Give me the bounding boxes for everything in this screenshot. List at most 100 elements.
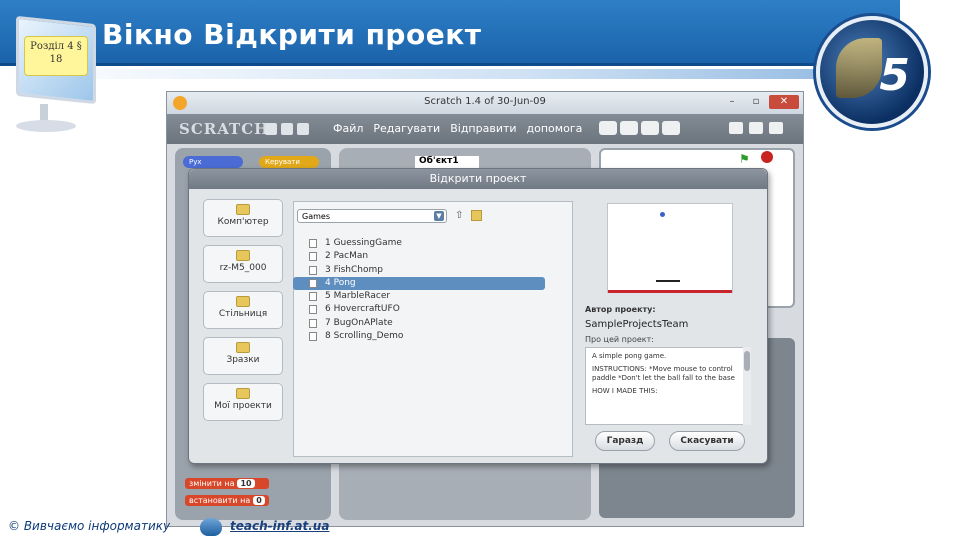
place-label: rz-M5_000 xyxy=(219,263,267,273)
category-control[interactable]: Керувати xyxy=(259,156,319,168)
globe-icon[interactable] xyxy=(265,123,277,135)
save-icon[interactable] xyxy=(281,123,293,135)
scrollbar-thumb[interactable] xyxy=(744,351,750,371)
author-label: Автор проекту: xyxy=(585,305,656,314)
block-list: змінити на 10 встановити на 0 xyxy=(185,478,269,512)
file-item[interactable]: 6 HovercraftUFO xyxy=(293,303,545,316)
maximize-button[interactable]: ▫ xyxy=(745,95,767,109)
place-label: Комп'ютер xyxy=(217,217,269,227)
block-set-value[interactable]: 0 xyxy=(253,496,265,505)
place-desktop[interactable]: Стільниця xyxy=(203,291,283,329)
footer-site-link[interactable]: teach-inf.at.ua xyxy=(230,519,329,533)
block-change-var[interactable]: змінити на 10 xyxy=(185,478,269,489)
menu-items: Файл Редагувати Відправити допомога xyxy=(333,122,582,135)
footer-copyright: © Вивчаємо інформатику xyxy=(8,519,171,533)
logo-graphic xyxy=(836,38,882,98)
chevron-down-icon[interactable]: ▼ xyxy=(434,211,444,221)
place-label: Мої проекти xyxy=(214,401,272,411)
monitor-icon: Розділ 4 § 18 xyxy=(10,14,100,132)
up-arrow-icon[interactable]: ⇧ xyxy=(455,210,466,221)
shrink-icon[interactable] xyxy=(662,121,680,135)
folder-select-value: Games xyxy=(302,212,330,221)
category-motion[interactable]: Рух xyxy=(183,156,243,168)
file-label: 5 MarbleRacer xyxy=(325,291,391,302)
file-icon xyxy=(309,265,317,275)
file-label: 6 HovercraftUFO xyxy=(325,304,400,315)
place-home[interactable]: rz-M5_000 xyxy=(203,245,283,283)
stamp-icon[interactable] xyxy=(599,121,617,135)
file-item[interactable]: 3 FishChomp xyxy=(293,264,545,277)
file-label: 8 Scrolling_Demo xyxy=(325,331,404,342)
file-label: 1 GuessingGame xyxy=(325,238,402,248)
place-computer[interactable]: Комп'ютер xyxy=(203,199,283,237)
scissors-icon[interactable] xyxy=(620,121,638,135)
project-notes[interactable]: A simple pong game. INSTRUCTIONS: *Move … xyxy=(585,347,747,425)
folder-icon xyxy=(236,342,250,353)
place-my-projects[interactable]: Мої проекти xyxy=(203,383,283,421)
folder-icon xyxy=(236,296,250,307)
minimize-button[interactable]: – xyxy=(721,95,743,109)
computer-icon xyxy=(236,204,250,215)
close-button[interactable]: ✕ xyxy=(769,95,799,109)
window-titlebar: Scratch 1.4 of 30-Jun-09 – ▫ ✕ xyxy=(167,92,803,114)
menu-edit[interactable]: Редагувати xyxy=(373,122,440,135)
folder-select[interactable]: Games ▼ xyxy=(297,209,447,223)
file-item[interactable]: 7 BugOnAPlate xyxy=(293,317,545,330)
cancel-button[interactable]: Скасувати xyxy=(669,431,745,451)
places-sidebar: Комп'ютер rz-M5_000 Стільниця Зразки Мої… xyxy=(203,199,283,429)
menu-file[interactable]: Файл xyxy=(333,122,363,135)
file-icon xyxy=(309,278,317,288)
footer: © Вивчаємо інформатику teach-inf.at.ua xyxy=(8,519,329,533)
logo-number: 5 xyxy=(879,50,910,101)
section-label: Розділ 4 § 18 xyxy=(24,36,88,76)
view-icons xyxy=(729,122,783,134)
file-icon xyxy=(309,332,317,342)
file-item[interactable]: 4 Pong xyxy=(293,276,545,291)
file-icon xyxy=(309,292,317,302)
file-label: 2 PacMan xyxy=(325,251,369,262)
place-label: Зразки xyxy=(226,355,260,365)
home-icon xyxy=(236,250,250,261)
block-set-var[interactable]: встановити на 0 xyxy=(185,495,269,506)
preview-paddle xyxy=(656,280,680,282)
grow-icon[interactable] xyxy=(641,121,659,135)
block-change-value[interactable]: 10 xyxy=(237,479,255,488)
window-title: Scratch 1.4 of 30-Jun-09 xyxy=(424,96,546,107)
open-project-dialog: Відкрити проект Комп'ютер rz-M5_000 Стіл… xyxy=(188,168,768,464)
notes-scrollbar[interactable] xyxy=(743,347,751,425)
menu-icon-group xyxy=(265,123,309,135)
scratch-logo: SCRATCH xyxy=(179,120,270,138)
place-label: Стільниця xyxy=(218,309,268,319)
block-set-label: встановити на xyxy=(189,496,251,505)
file-item[interactable]: 5 MarbleRacer xyxy=(293,290,545,303)
window-controls: – ▫ ✕ xyxy=(721,95,799,109)
project-preview xyxy=(607,203,733,293)
grade-logo: 5 xyxy=(816,16,928,128)
file-label: 3 FishChomp xyxy=(325,264,383,275)
file-item[interactable]: 1 GuessingGame xyxy=(293,237,545,250)
slide-title: Вікно Відкрити проект xyxy=(102,18,482,51)
small-stage-icon[interactable] xyxy=(729,122,743,134)
block-change-label: змінити на xyxy=(189,479,235,488)
file-icon xyxy=(309,318,317,328)
tool-icons xyxy=(599,121,680,135)
dialog-title: Відкрити проект xyxy=(189,169,767,189)
file-item[interactable]: 2 PacMan xyxy=(293,250,545,263)
menubar: SCRATCH Файл Редагувати Відправити допом… xyxy=(167,114,803,144)
green-flag-icon[interactable]: ⚑ xyxy=(739,152,750,166)
share-icon[interactable] xyxy=(297,123,309,135)
ok-button[interactable]: Гаразд xyxy=(595,431,655,451)
file-item[interactable]: 8 Scrolling_Demo xyxy=(293,330,545,343)
menu-help[interactable]: допомога xyxy=(527,122,583,135)
preview-floor xyxy=(608,290,732,293)
footer-logo-icon xyxy=(200,518,222,536)
normal-stage-icon[interactable] xyxy=(749,122,763,134)
presentation-icon[interactable] xyxy=(769,122,783,134)
section-label-line1: Розділ 4 § xyxy=(30,41,82,52)
new-folder-icon[interactable] xyxy=(471,210,482,221)
notes-line: INSTRUCTIONS: *Move mouse to control pad… xyxy=(592,365,735,382)
file-icon xyxy=(309,239,317,248)
menu-share[interactable]: Відправити xyxy=(450,122,516,135)
stop-icon[interactable] xyxy=(761,151,773,163)
place-examples[interactable]: Зразки xyxy=(203,337,283,375)
